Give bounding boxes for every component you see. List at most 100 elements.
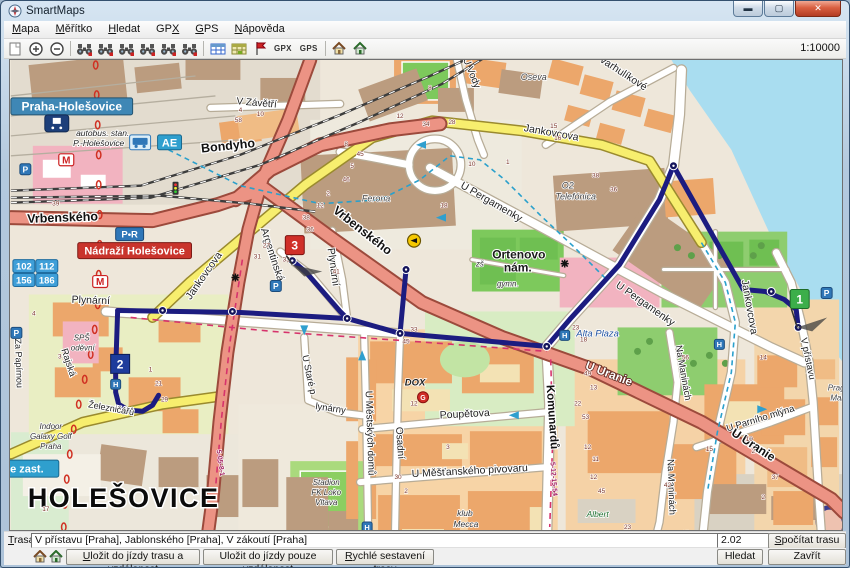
house-number: 17	[42, 506, 50, 513]
house-number: 37	[772, 474, 780, 481]
map-label: autobus. stan.	[76, 128, 129, 138]
house-number: 10	[468, 161, 476, 168]
find-route-icon[interactable]	[158, 40, 179, 58]
landmark-star-icon	[561, 260, 569, 268]
house-number: 2	[404, 488, 408, 495]
house-number: 12	[396, 113, 404, 120]
map-svg[interactable]: VrbenskéhoVrbenskéhoBondyhoU UranieU Ura…	[10, 60, 842, 530]
route-row: Trasa V přístavu [Praha], Jablonského [P…	[4, 531, 846, 549]
house-number: 18	[440, 203, 448, 210]
house-number: 12	[584, 444, 592, 451]
menu-item-npovda[interactable]: Nápověda	[227, 22, 293, 37]
new-map-icon[interactable]	[4, 40, 25, 58]
route-table-alt-icon[interactable]	[228, 40, 249, 58]
svg-text:P: P	[824, 288, 830, 298]
home-icon[interactable]	[329, 40, 350, 58]
menu-item-hledat[interactable]: Hledat	[100, 22, 148, 37]
tree-icon	[674, 244, 681, 251]
find-gps-icon[interactable]	[137, 40, 158, 58]
home-alt-icon[interactable]	[49, 550, 63, 563]
smartmaps-window: SmartMaps ▬ ▢ ✕ MapaMěřítkoHledatGPXGPSN…	[0, 0, 850, 568]
map-label: Man	[830, 393, 842, 402]
svg-text:1: 1	[796, 292, 803, 306]
find-map-icon[interactable]	[74, 40, 95, 58]
house-number: 2	[761, 494, 765, 501]
find-next-icon[interactable]	[179, 40, 200, 58]
home-icon[interactable]	[33, 550, 47, 563]
house-number: 33	[410, 326, 418, 333]
house-number: 21	[155, 380, 163, 387]
map-badge-label: AE	[162, 137, 177, 149]
house-number: 45	[357, 151, 365, 158]
house-number: 41	[333, 269, 341, 276]
map-label: Prag	[828, 383, 842, 392]
maximize-button[interactable]: ▢	[764, 1, 794, 17]
house-number: 3	[58, 353, 62, 360]
map-label: Ortenovo	[492, 248, 545, 262]
house-number: 2	[751, 448, 755, 455]
map-badge-label: P•R	[121, 230, 138, 241]
hledat-button[interactable]: Hledat	[717, 549, 763, 565]
route-table-icon[interactable]	[207, 40, 228, 58]
gpx-button[interactable]: GPX	[270, 44, 296, 53]
house-number: 45	[598, 488, 606, 495]
house-number: 8	[344, 141, 348, 148]
tree-icon	[634, 348, 641, 355]
zavrit-button[interactable]: Zavřít	[768, 549, 846, 565]
house-number: 3	[446, 444, 450, 451]
house-number: 12	[317, 203, 325, 210]
route-input[interactable]: V přístavu [Praha], Jablonského [Praha],…	[31, 533, 719, 548]
close-button[interactable]: ✕	[795, 1, 841, 17]
gps-button[interactable]: GPS	[296, 44, 322, 53]
house-number: 31	[254, 254, 262, 261]
landmark-star-icon	[231, 274, 239, 282]
find-poi-icon[interactable]	[116, 40, 137, 58]
zoom-out-icon[interactable]	[46, 40, 67, 58]
save-route-distance-button[interactable]: Uložit do jízdy trasu a vzdálenost	[66, 549, 200, 565]
find-address-icon[interactable]	[95, 40, 116, 58]
toolbar: GPXGPS	[4, 39, 846, 59]
svg-text:M: M	[96, 277, 104, 288]
title-bar[interactable]: SmartMaps ▬ ▢ ✕	[1, 1, 849, 21]
map-canvas[interactable]: VrbenskéhoVrbenskéhoBondyhoU UranieU Ura…	[9, 59, 843, 531]
map-label: Albert	[586, 509, 610, 519]
zoom-in-icon[interactable]	[25, 40, 46, 58]
map-label: Za Papírnou	[13, 338, 25, 388]
map-area	[588, 411, 670, 473]
house-number: 23	[624, 524, 632, 530]
menu-item-mtko[interactable]: Měřítko	[48, 22, 101, 37]
house-number: 10	[257, 111, 265, 118]
svg-text:2: 2	[117, 357, 124, 371]
map-badge-label: 102	[16, 261, 32, 272]
map-badge-label: Nádraží Holešovice	[84, 246, 185, 258]
waypoint-flag-icon[interactable]	[249, 40, 270, 58]
menu-item-gpx[interactable]: GPX	[148, 22, 187, 37]
map-label: Vltava	[315, 498, 338, 507]
map-label: gymn.	[497, 280, 519, 289]
minimize-button[interactable]: ▬	[733, 1, 763, 17]
menu-item-mapa[interactable]: Mapa	[4, 22, 48, 37]
tree-icon	[706, 352, 713, 359]
map-label: HOLEŠOVICE	[28, 482, 220, 513]
menu-item-gps[interactable]: GPS	[187, 22, 226, 37]
house-number: 29	[161, 396, 169, 403]
quick-route-button[interactable]: Rychlé sestavení trasy	[336, 549, 434, 565]
svg-text:H: H	[364, 523, 369, 530]
map-area	[470, 431, 542, 467]
toolbar-separator	[203, 41, 204, 56]
map-area	[704, 484, 766, 514]
house-number: 13	[590, 384, 598, 391]
save-distance-button[interactable]: Uložit do jízdy pouze vzdálenost	[203, 549, 333, 565]
compute-route-button[interactable]: Spočítat trasu	[768, 533, 846, 549]
distance-input[interactable]: 2.02	[717, 533, 769, 548]
svg-text:H: H	[562, 331, 567, 340]
house-number: 46	[343, 177, 351, 184]
map-label: Plynární	[71, 295, 110, 307]
map-label: SPŠ	[74, 333, 91, 342]
house-number: 36	[307, 227, 315, 234]
home-alt-icon[interactable]	[350, 40, 371, 58]
map-badge-label: Praha-Holešovice	[22, 100, 123, 114]
svg-text:3: 3	[291, 239, 298, 253]
svg-text:P: P	[273, 281, 279, 291]
map-area	[186, 60, 241, 80]
